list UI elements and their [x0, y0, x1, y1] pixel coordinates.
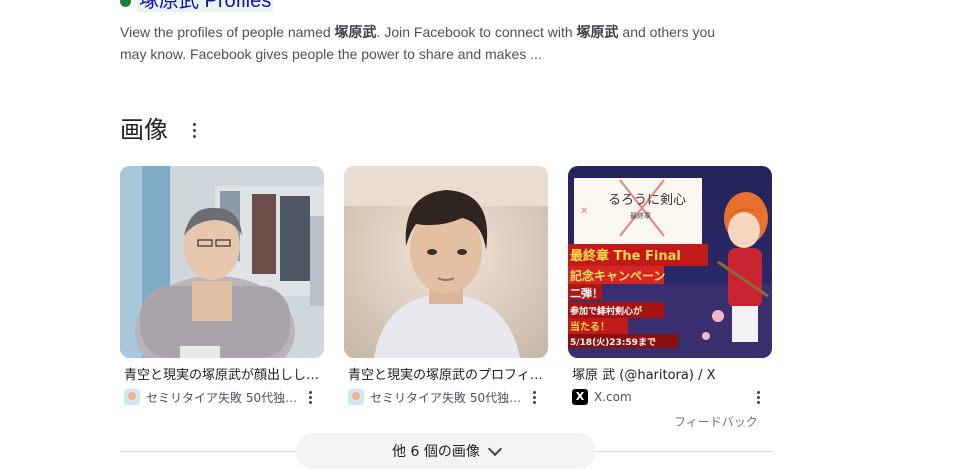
snippet-highlight: 塚原武: [576, 24, 619, 40]
blog-favicon-icon: [348, 389, 364, 405]
image-caption[interactable]: 青空と現実の塚原武が顔出しした…: [120, 367, 324, 385]
image-source[interactable]: セミリタイア失敗 50代独身…: [120, 388, 324, 406]
snippet-text: . Join Facebook to connect with: [376, 24, 577, 40]
promo-sub: 最終章: [630, 211, 651, 220]
svg-text:✕: ✕: [580, 206, 588, 217]
feedback-link[interactable]: フィードバック: [674, 413, 758, 430]
image-thumbnail[interactable]: [120, 166, 324, 358]
image-caption[interactable]: 青空と現実の塚原武のプロフィール…: [344, 367, 548, 385]
promo-line5: 当たる！: [570, 320, 610, 333]
result-snippet: View the profiles of people named 塚原武. J…: [120, 21, 740, 65]
image-card[interactable]: 青空と現実の塚原武のプロフィール… セミリタイア失敗 50代独身…: [344, 166, 548, 406]
source-name[interactable]: セミリタイア失敗 50代独身…: [370, 389, 522, 406]
result-title-link[interactable]: 塚原武 Profiles: [120, 0, 274, 12]
image-source[interactable]: セミリタイア失敗 50代独身…: [344, 388, 548, 406]
result-title[interactable]: 塚原武 Profiles: [137, 0, 274, 12]
promo-date: 5/18(火)23:59まで: [570, 337, 656, 348]
more-options-icon[interactable]: [752, 388, 766, 406]
promo-line2: 記念キャンペーン: [570, 268, 665, 283]
images-section-title: 画像: [120, 116, 168, 144]
source-name[interactable]: セミリタイア失敗 50代独身…: [146, 389, 298, 406]
more-options-icon[interactable]: [186, 119, 202, 141]
more-images-button[interactable]: 他 6 個の画像: [296, 433, 596, 469]
image-source[interactable]: X X.com: [568, 388, 772, 406]
image-card[interactable]: 青空と現実の塚原武が顔出しした… セミリタイア失敗 50代独身…: [120, 166, 324, 406]
image-caption[interactable]: 塚原 武 (@haritora) / X: [568, 367, 772, 385]
promo-line3: 二弾！: [570, 286, 603, 300]
young-man-portrait-photo: [344, 166, 548, 358]
blog-favicon-icon: [124, 389, 140, 405]
more-options-icon[interactable]: [528, 388, 542, 406]
snippet-text: View the profiles of people named: [120, 24, 335, 40]
image-thumbnail[interactable]: [344, 166, 548, 358]
image-thumbnail[interactable]: ✕ るろうに剣心 最終章 最終章 The Final 記念キャンペーン 二弾！ …: [568, 166, 772, 358]
man-portrait-photo: [120, 166, 324, 358]
promo-line1: 最終章 The Final: [570, 248, 681, 264]
promo-line4: 参加で緋村剣心が: [570, 305, 643, 317]
status-dot-icon: [120, 0, 131, 7]
more-options-icon[interactable]: [304, 388, 318, 406]
chevron-down-icon: [487, 441, 502, 456]
images-section-header: 画像: [120, 114, 202, 146]
more-images-label: 他 6 個の画像: [392, 444, 480, 460]
snippet-highlight: 塚原武: [334, 24, 377, 40]
source-name[interactable]: X.com: [594, 390, 746, 404]
x-favicon-icon: X: [572, 389, 588, 405]
anime-promo-image: ✕ るろうに剣心 最終章 最終章 The Final 記念キャンペーン 二弾！ …: [568, 166, 772, 358]
promo-title: るろうに剣心: [608, 193, 686, 208]
image-card[interactable]: ✕ るろうに剣心 最終章 最終章 The Final 記念キャンペーン 二弾！ …: [568, 166, 772, 406]
